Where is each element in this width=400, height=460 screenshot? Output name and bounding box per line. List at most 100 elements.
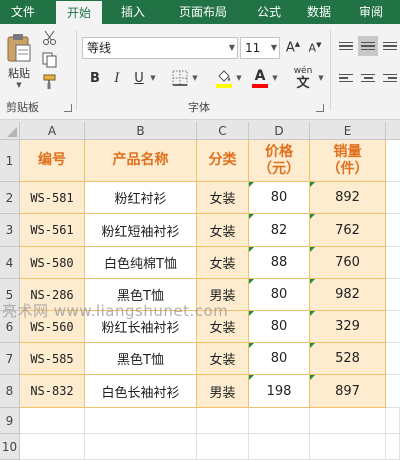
cell-a7[interactable]: WS-585 [20,343,85,375]
bold-button[interactable]: B [86,68,104,88]
font-color-button[interactable]: A [250,66,270,90]
decrease-font-size-button[interactable]: A▼ [306,38,324,58]
tab-file[interactable]: 文件 [0,0,46,24]
cell-c2[interactable]: 女装 [197,182,249,214]
tab-insert[interactable]: 插入 [110,0,156,24]
cell-a6[interactable]: WS-560 [20,311,85,343]
cell-e5[interactable]: 982 [310,279,386,311]
cell-e4[interactable]: 760 [310,247,386,279]
empty-cell[interactable] [386,434,400,460]
cell-e7[interactable]: 528 [310,343,386,375]
cell-e8[interactable]: 897 [310,375,386,408]
empty-cell[interactable] [249,434,310,460]
row-header-3[interactable]: 3 [0,214,20,247]
cell-d4[interactable]: 88 [249,247,310,279]
cell-d8[interactable]: 198 [249,375,310,408]
cell-d2[interactable]: 80 [249,182,310,214]
align-right-button[interactable] [380,68,400,88]
tab-review[interactable]: 审阅 [348,0,394,24]
empty-cell[interactable] [310,408,386,434]
header-cell-b[interactable]: 产品名称 [85,140,197,182]
column-header-a[interactable]: A [20,122,85,140]
empty-cell[interactable] [386,343,400,375]
row-header-7[interactable]: 7 [0,343,20,375]
cell-c3[interactable]: 女装 [197,214,249,247]
cell-b8[interactable]: 白色长袖衬衫 [85,375,197,408]
row-header-10[interactable]: 10 [0,434,20,460]
row-header-6[interactable]: 6 [0,311,20,343]
header-cell-e[interactable]: 销量 （件） [310,140,386,182]
cell-a3[interactable]: WS-561 [20,214,85,247]
cell-a8[interactable]: NS-832 [20,375,85,408]
header-cell-d[interactable]: 价格 （元） [249,140,310,182]
font-dialog-launcher[interactable] [316,104,324,112]
underline-button[interactable]: U [130,68,148,88]
align-left-button[interactable] [336,68,356,88]
increase-font-size-button[interactable]: A▲ [284,38,302,58]
row-header-9[interactable]: 9 [0,408,20,434]
empty-cell[interactable] [20,408,85,434]
font-color-dropdown[interactable]: ▼ [270,70,280,86]
column-header-d[interactable]: D [249,122,310,140]
borders-dropdown[interactable]: ▼ [190,70,200,86]
cell-e6[interactable]: 329 [310,311,386,343]
cell-d5[interactable]: 80 [249,279,310,311]
empty-cell[interactable] [386,247,400,279]
cell-c4[interactable]: 女装 [197,247,249,279]
empty-cell[interactable] [386,214,400,247]
cell-b2[interactable]: 粉红衬衫 [85,182,197,214]
chevron-down-icon[interactable]: ▼ [271,38,277,58]
cell-e3[interactable]: 762 [310,214,386,247]
header-cell-a[interactable]: 编号 [20,140,85,182]
empty-cell[interactable] [386,375,400,408]
empty-cell[interactable] [386,279,400,311]
empty-cell[interactable] [197,434,249,460]
chevron-down-icon[interactable]: ▼ [229,38,235,58]
italic-button[interactable]: I [108,68,126,88]
empty-cell[interactable] [386,140,400,182]
empty-cell[interactable] [85,434,197,460]
tab-data[interactable]: 数据 [296,0,342,24]
column-header-b[interactable]: B [85,122,197,140]
cell-b6[interactable]: 粉红长袖衬衫 [85,311,197,343]
empty-cell[interactable] [386,182,400,214]
fill-color-dropdown[interactable]: ▼ [234,70,244,86]
header-cell-c[interactable]: 分类 [197,140,249,182]
column-header-c[interactable]: C [197,122,249,140]
cell-d3[interactable]: 82 [249,214,310,247]
clipboard-dialog-launcher[interactable] [64,104,72,112]
empty-cell[interactable] [20,434,85,460]
bottom-align-button[interactable] [380,36,400,56]
tab-formulas[interactable]: 公式 [246,0,292,24]
cell-b3[interactable]: 粉红短袖衬衫 [85,214,197,247]
cell-c7[interactable]: 女装 [197,343,249,375]
underline-dropdown[interactable]: ▼ [148,70,158,86]
cell-a2[interactable]: WS-581 [20,182,85,214]
top-align-button[interactable] [336,36,356,56]
empty-cell[interactable] [386,311,400,343]
empty-cell[interactable] [249,408,310,434]
fill-color-button[interactable] [214,66,234,90]
cell-b4[interactable]: 白色纯棉T恤 [85,247,197,279]
cell-b5[interactable]: 黑色T恤 [85,279,197,311]
format-painter-button[interactable] [40,72,60,92]
middle-align-button[interactable] [358,36,378,56]
borders-button[interactable] [170,68,190,88]
column-header-f[interactable] [386,122,400,140]
cut-button[interactable] [40,28,60,48]
empty-cell[interactable] [386,408,400,434]
font-name-combo[interactable]: 等线 ▼ [82,37,238,59]
phonetic-dropdown[interactable]: ▼ [316,70,326,86]
cell-d7[interactable]: 80 [249,343,310,375]
copy-button[interactable] [40,50,60,70]
cell-e2[interactable]: 892 [310,182,386,214]
row-header-4[interactable]: 4 [0,247,20,279]
tab-home[interactable]: 开始 [56,1,102,24]
empty-cell[interactable] [310,434,386,460]
cell-a5[interactable]: NS-286 [20,279,85,311]
phonetic-guide-button[interactable]: wén 文 [290,64,316,92]
empty-cell[interactable] [197,408,249,434]
row-header-1[interactable]: 1 [0,140,20,182]
align-center-button[interactable] [358,68,378,88]
tab-page-layout[interactable]: 页面布局 [166,0,240,24]
